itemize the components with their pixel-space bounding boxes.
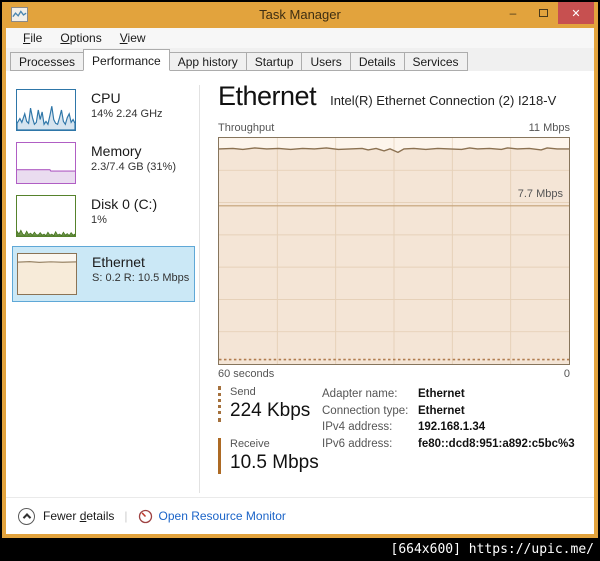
adapter-subtitle: Intel(R) Ethernet Connection (2) I218-V — [330, 93, 557, 108]
disk-detail: 1% — [91, 214, 107, 226]
tab-details[interactable]: Details — [349, 52, 405, 71]
menu-options[interactable]: Options — [51, 29, 110, 47]
detail-row-adapter-name: Adapter name: Ethernet — [322, 388, 465, 400]
cpu-detail: 14% 2.24 GHz — [91, 108, 163, 120]
fewer-details-button[interactable]: Fewer details — [43, 509, 114, 523]
receive-stat: Receive 10.5 Mbps — [218, 438, 319, 474]
tab-app-history[interactable]: App history — [168, 52, 247, 71]
menu-view[interactable]: View — [111, 29, 155, 47]
sidebar-item-disk[interactable]: Disk 0 (C:) 1% — [12, 193, 195, 241]
task-manager-window: Task Manager – ✕ File Options View Proce… — [2, 2, 598, 538]
x-axis-left-label: 60 seconds — [218, 368, 275, 380]
detail-row-ipv4: IPv4 address: 192.168.1.34 — [322, 421, 486, 433]
maximize-button[interactable] — [528, 2, 558, 24]
x-axis-right-label: 0 — [563, 368, 570, 380]
throughput-graph[interactable]: 7.7 Mbps — [218, 137, 570, 365]
receive-value: 10.5 Mbps — [230, 452, 319, 473]
open-resource-monitor-link[interactable]: Open Resource Monitor — [159, 509, 286, 523]
cpu-label: CPU — [91, 90, 121, 106]
cpu-mini-graph — [16, 89, 76, 131]
sidebar-item-cpu[interactable]: CPU 14% 2.24 GHz — [12, 87, 195, 135]
detail-row-ipv6: IPv6 address: fe80::dcd8:951:a892:c5bc%3 — [322, 437, 575, 450]
page-title: Ethernet — [218, 81, 317, 111]
ethernet-mini-graph — [17, 253, 77, 295]
maximize-icon — [538, 9, 548, 17]
resource-monitor-icon — [138, 509, 152, 523]
detail-row-connection-type: Connection type: Ethernet — [322, 404, 465, 417]
graph-throughput-label: Throughput — [218, 122, 275, 134]
menu-file[interactable]: File — [14, 29, 51, 47]
title-bar[interactable]: Task Manager – ✕ — [2, 2, 598, 28]
sidebar-item-ethernet[interactable]: Ethernet S: 0.2 R: 10.5 Mbps — [12, 246, 195, 302]
performance-pane: CPU 14% 2.24 GHz Memory 2.3/7.4 GB (31%) — [6, 71, 594, 497]
graph-reference-label: 7.7 Mbps — [517, 188, 563, 200]
send-value: 224 Kbps — [230, 400, 311, 421]
ethernet-detail: S: 0.2 R: 10.5 Mbps — [92, 272, 190, 284]
watermark-bar: [664x600] https://upic.me/ — [0, 538, 600, 561]
client-area: File Options View Processes Performance … — [6, 28, 594, 534]
tab-users[interactable]: Users — [301, 52, 351, 71]
tab-performance[interactable]: Performance — [83, 49, 170, 71]
memory-detail: 2.3/7.4 GB (31%) — [91, 161, 176, 173]
disk-label: Disk 0 (C:) — [91, 196, 158, 212]
tab-strip: Processes Performance App history Startu… — [6, 48, 594, 71]
disk-mini-graph — [16, 195, 76, 237]
adapter-details: Adapter name: Ethernet Connection type: … — [322, 386, 575, 452]
memory-mini-graph — [16, 142, 76, 184]
close-button[interactable]: ✕ — [558, 2, 594, 24]
footer-bar: Fewer details | Open Resource Monitor — [6, 497, 594, 534]
memory-label: Memory — [91, 143, 142, 159]
tab-startup[interactable]: Startup — [245, 52, 303, 71]
window-controls: – ✕ — [498, 2, 594, 24]
sidebar-divider — [199, 85, 200, 493]
tab-services[interactable]: Services — [403, 52, 468, 71]
tab-processes[interactable]: Processes — [10, 52, 85, 71]
send-stat: Send 224 Kbps — [218, 386, 310, 422]
send-label: Send — [230, 386, 256, 398]
graph-max-scale-label: 11 Mbps — [528, 122, 570, 134]
watermark-text: [664x600] https://upic.me/ — [390, 542, 595, 557]
receive-label: Receive — [230, 438, 270, 450]
ethernet-detail-pane: Ethernet Intel(R) Ethernet Connection (2)… — [218, 71, 576, 497]
footer-separator: | — [124, 509, 128, 523]
fewer-details-chevron-icon — [18, 507, 35, 525]
ethernet-label: Ethernet — [92, 254, 145, 270]
menu-bar: File Options View — [6, 28, 594, 48]
sidebar-item-memory[interactable]: Memory 2.3/7.4 GB (31%) — [12, 140, 195, 188]
minimize-button[interactable]: – — [498, 2, 528, 24]
